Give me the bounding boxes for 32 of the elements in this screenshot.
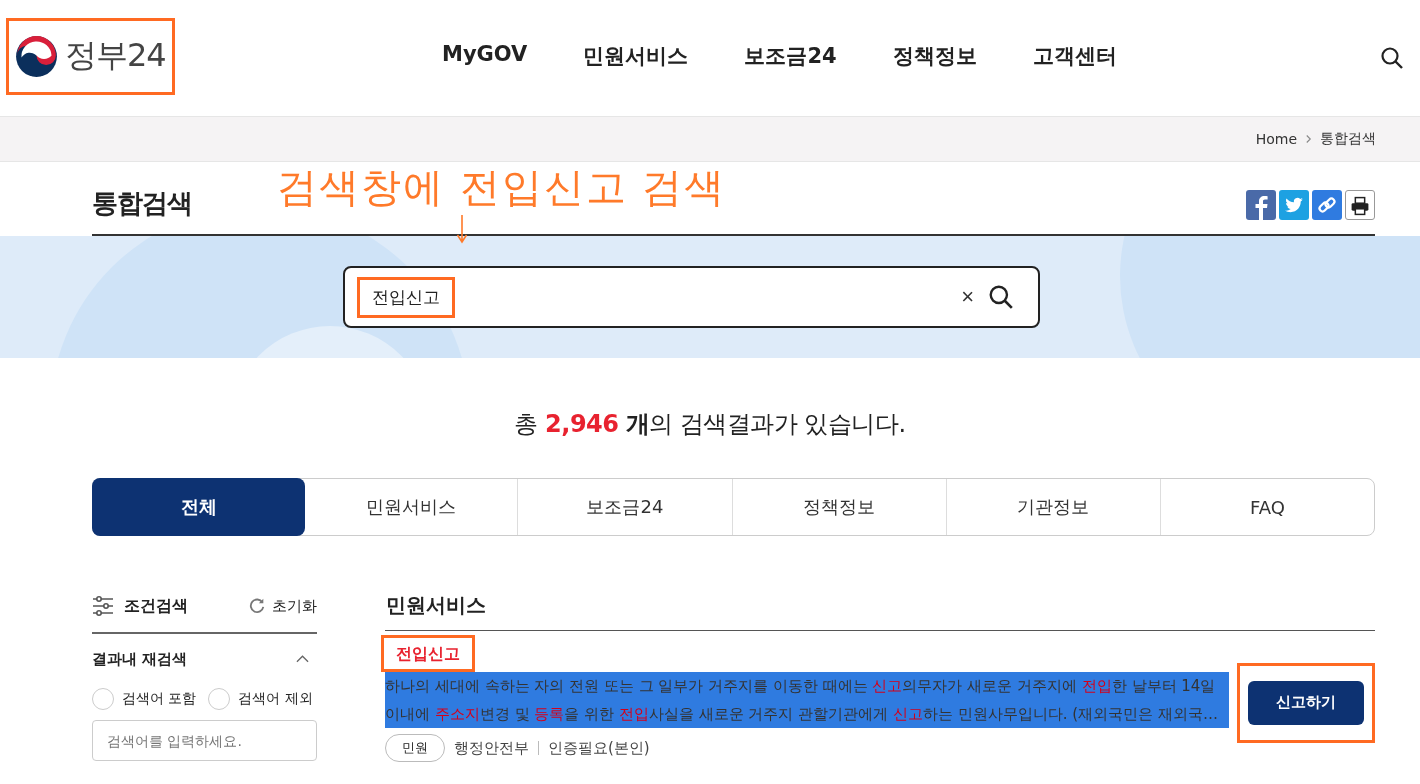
- nav-link[interactable]: 보조금24: [744, 42, 837, 70]
- category-tab[interactable]: FAQ: [1159, 479, 1375, 535]
- result-description: 하나의 세대에 속하는 자의 전원 또는 그 일부가 거주지를 이동한 때에는 신고의무자가 새로운 거주지에 전입한 날부터 14일 이내에 주소지변경 및 등록을 위한 전입사실을 새로운 거주지 관할기관에게 신고하는 민원사무입니다. (재외국민은 재외국…: [385, 672, 1229, 728]
- section-title: 결과내 재검색: [92, 649, 188, 669]
- reset-link[interactable]: 초기화: [248, 596, 317, 616]
- radio-option[interactable]: 검색어 포함: [92, 688, 197, 710]
- refine-search-field[interactable]: 검색어를 입력하세요.: [92, 720, 317, 761]
- agency-text: 행정안전부: [454, 738, 529, 758]
- breadcrumb-link[interactable]: Home: [1255, 131, 1297, 147]
- nav-link[interactable]: 민원서비스: [583, 42, 689, 70]
- search-field[interactable]: 전입신고 ×: [343, 266, 1040, 328]
- category-tab[interactable]: 전체: [92, 478, 306, 536]
- breadcrumb-link[interactable]: 통합검색: [1320, 130, 1376, 148]
- nav-link[interactable]: 정책정보: [892, 42, 977, 70]
- category-tab[interactable]: 정책정보: [731, 479, 946, 535]
- category-tab[interactable]: 보조금24: [517, 479, 732, 535]
- auth-text: 인증필요(본인): [548, 738, 650, 758]
- search-value: 전입신고: [372, 286, 440, 307]
- logo-link[interactable]: 정부24: [15, 34, 166, 78]
- filter-title: 조건검색: [124, 595, 188, 617]
- apply-button[interactable]: 신고하기: [1248, 680, 1364, 725]
- category-tab[interactable]: 민원서비스: [304, 479, 518, 535]
- result-title-link[interactable]: 전입신고: [396, 644, 460, 663]
- radio-option[interactable]: 검색어 제외: [208, 688, 313, 710]
- section-title: 민원서비스: [385, 580, 1375, 631]
- clear-button[interactable]: ×: [961, 284, 974, 310]
- page-title: 통합검색: [92, 186, 192, 220]
- category-tab[interactable]: 기관정보: [945, 479, 1160, 535]
- nav-link[interactable]: MyGOV: [442, 42, 528, 70]
- annotation-text: 검색창에 전입신고 검색: [277, 163, 727, 212]
- nav-link[interactable]: 고객센터: [1032, 42, 1117, 70]
- result-summary: 총 2,946 개의 검색결과가 있습니다.: [513, 409, 907, 440]
